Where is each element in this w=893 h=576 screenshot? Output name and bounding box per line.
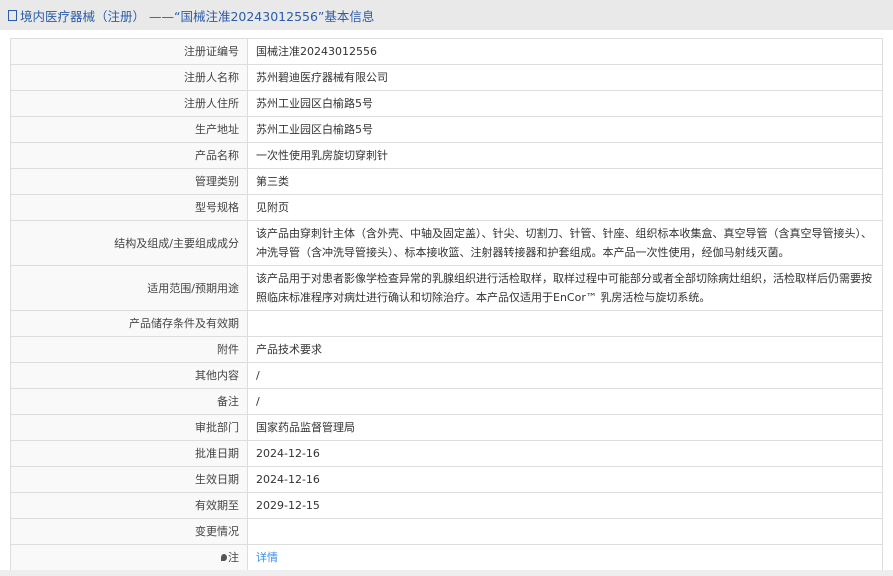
row-value: [247, 518, 883, 545]
details-link[interactable]: 详情: [256, 551, 278, 564]
info-table: 注册证编号 国械注准20243012556 注册人名称 苏州碧迪医疗器械有限公司 注册人…: [10, 38, 883, 571]
table-row: 产品储存条件及有效期: [10, 310, 883, 337]
row-value: 2024-12-16: [247, 466, 883, 493]
row-label: 生效日期: [10, 466, 248, 493]
row-value: [247, 310, 883, 337]
bottom-bar: [0, 570, 893, 576]
row-label: 管理类别: [10, 168, 248, 195]
table-row: 备注 /: [10, 388, 883, 415]
row-value: 国械注准20243012556: [247, 38, 883, 65]
row-label: 审批部门: [10, 414, 248, 441]
row-value: 第三类: [247, 168, 883, 195]
table-row: 产品名称 一次性使用乳房旋切穿刺针: [10, 142, 883, 169]
row-label: 产品储存条件及有效期: [10, 310, 248, 337]
table-row: 型号规格 见附页: [10, 194, 883, 221]
row-label: 注册人名称: [10, 64, 248, 91]
table-row: 附件 产品技术要求: [10, 336, 883, 363]
row-value: 国家药品监督管理局: [247, 414, 883, 441]
row-label: 生产地址: [10, 116, 248, 143]
table-row: 有效期至 2029-12-15: [10, 492, 883, 519]
row-label: 适用范围/预期用途: [10, 265, 248, 311]
page-header: 境内医疗器械（注册） ——“国械注准20243012556”基本信息: [0, 0, 893, 30]
row-label: 其他内容: [10, 362, 248, 389]
table-row: 结构及组成/主要组成成分 该产品由穿刺针主体（含外壳、中轴及固定盖）、针尖、切割刀…: [10, 220, 883, 266]
row-label: 有效期至: [10, 492, 248, 519]
row-value: 2024-12-16: [247, 440, 883, 467]
pin-icon: [221, 554, 227, 561]
row-label: 附件: [10, 336, 248, 363]
row-value: 2029-12-15: [247, 492, 883, 519]
row-value: 产品技术要求: [247, 336, 883, 363]
table-row: 批准日期 2024-12-16: [10, 440, 883, 467]
row-value: 见附页: [247, 194, 883, 221]
note-label: 注: [228, 551, 239, 564]
page-title: 境内医疗器械（注册） ——“国械注准20243012556”基本信息: [20, 8, 375, 24]
table-row: 审批部门 国家药品监督管理局: [10, 414, 883, 441]
table-row: 管理类别 第三类: [10, 168, 883, 195]
row-value: /: [247, 362, 883, 389]
row-value: 苏州工业园区白榆路5号: [247, 90, 883, 117]
row-label: 结构及组成/主要组成成分: [10, 220, 248, 266]
table-row: 注册证编号 国械注准20243012556: [10, 38, 883, 65]
table-row: 适用范围/预期用途 该产品用于对患者影像学检查异常的乳腺组织进行活检取样，取样过程…: [10, 265, 883, 311]
row-label: 产品名称: [10, 142, 248, 169]
table-row: 变更情况: [10, 518, 883, 545]
table-row: 注 详情: [10, 544, 883, 571]
table-row: 注册人名称 苏州碧迪医疗器械有限公司: [10, 64, 883, 91]
row-value: /: [247, 388, 883, 415]
row-value: 苏州工业园区白榆路5号: [247, 116, 883, 143]
row-label: 备注: [10, 388, 248, 415]
row-value: 该产品由穿刺针主体（含外壳、中轴及固定盖）、针尖、切割刀、针管、针座、组织标本收…: [247, 220, 883, 266]
row-label: 变更情况: [10, 518, 248, 545]
table-row: 注册人住所 苏州工业园区白榆路5号: [10, 90, 883, 117]
document-icon: [8, 9, 17, 21]
row-label: 批准日期: [10, 440, 248, 467]
row-value: 该产品用于对患者影像学检查异常的乳腺组织进行活检取样，取样过程中可能部分或者全部…: [247, 265, 883, 311]
row-value: 详情: [247, 544, 883, 571]
table-row: 其他内容 /: [10, 362, 883, 389]
row-label: 注册证编号: [10, 38, 248, 65]
table-row: 生产地址 苏州工业园区白榆路5号: [10, 116, 883, 143]
table-row: 生效日期 2024-12-16: [10, 466, 883, 493]
row-label: 注: [10, 544, 248, 571]
row-value: 一次性使用乳房旋切穿刺针: [247, 142, 883, 169]
row-value: 苏州碧迪医疗器械有限公司: [247, 64, 883, 91]
row-label: 注册人住所: [10, 90, 248, 117]
row-label: 型号规格: [10, 194, 248, 221]
